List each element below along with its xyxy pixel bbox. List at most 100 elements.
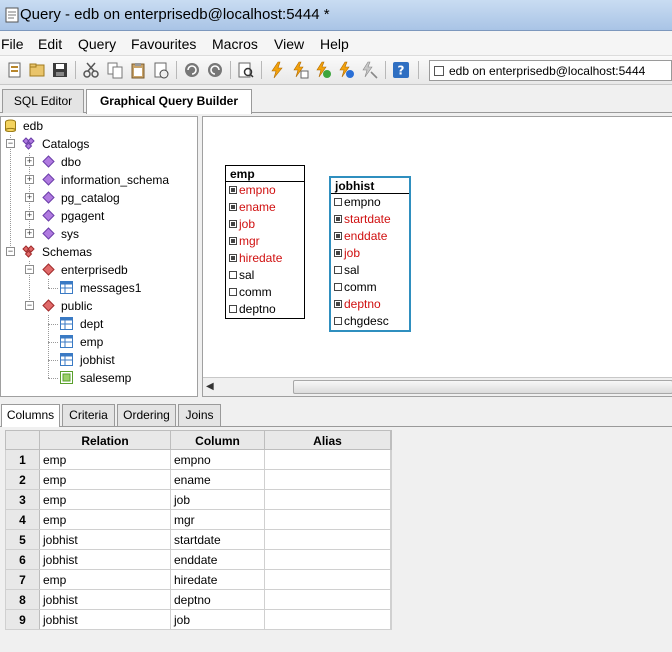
- column-checkbox[interactable]: [229, 254, 237, 262]
- table-column-row[interactable]: chgdesc: [331, 313, 409, 330]
- tree-node-catalog[interactable]: + information_schema: [1, 171, 197, 189]
- table-column-row[interactable]: empno: [331, 194, 409, 211]
- save-icon[interactable]: [51, 61, 69, 79]
- column-checkbox[interactable]: [229, 305, 237, 313]
- open-file-icon[interactable]: [6, 61, 24, 79]
- cell-alias[interactable]: [265, 550, 391, 569]
- table-row[interactable]: 3 emp job: [5, 490, 392, 510]
- column-checkbox[interactable]: [229, 237, 237, 245]
- cell-alias[interactable]: [265, 470, 391, 489]
- scrollbar-thumb[interactable]: [293, 380, 672, 394]
- cell-alias[interactable]: [265, 570, 391, 589]
- table-column-row[interactable]: sal: [226, 267, 304, 284]
- table-row[interactable]: 6 jobhist enddate: [5, 550, 392, 570]
- column-checkbox[interactable]: [229, 220, 237, 228]
- column-checkbox[interactable]: [229, 288, 237, 296]
- cell-column[interactable]: mgr: [171, 510, 265, 529]
- menu-favourites[interactable]: Favourites: [131, 36, 196, 52]
- tab-criteria[interactable]: Criteria: [62, 404, 115, 426]
- explain-icon[interactable]: [314, 61, 332, 79]
- table-column-row[interactable]: deptno: [226, 301, 304, 318]
- table-column-row[interactable]: deptno: [331, 296, 409, 313]
- table-column-row[interactable]: enddate: [331, 228, 409, 245]
- menu-file[interactable]: File: [1, 36, 24, 52]
- expand-icon[interactable]: +: [25, 157, 34, 166]
- cell-relation[interactable]: emp: [40, 510, 171, 529]
- menu-macros[interactable]: Macros: [212, 36, 258, 52]
- column-checkbox[interactable]: [229, 271, 237, 279]
- tree-node-catalog[interactable]: + sys: [1, 225, 197, 243]
- cut-icon[interactable]: [82, 61, 100, 79]
- table-column-row[interactable]: sal: [331, 262, 409, 279]
- cell-alias[interactable]: [265, 450, 391, 469]
- tree-node-table[interactable]: jobhist: [1, 351, 197, 369]
- menu-query[interactable]: Query: [78, 36, 116, 52]
- menu-help[interactable]: Help: [320, 36, 349, 52]
- table-column-row[interactable]: job: [331, 245, 409, 262]
- paste-icon[interactable]: [129, 61, 147, 79]
- cell-column[interactable]: startdate: [171, 530, 265, 549]
- cell-alias[interactable]: [265, 490, 391, 509]
- column-checkbox[interactable]: [334, 215, 342, 223]
- header-alias[interactable]: Alias: [265, 431, 391, 450]
- tab-ordering[interactable]: Ordering: [117, 404, 176, 426]
- table-row[interactable]: 1 emp empno: [5, 450, 392, 470]
- tree-node-edb[interactable]: edb: [1, 117, 197, 135]
- tree-node-table[interactable]: dept: [1, 315, 197, 333]
- connection-checkbox[interactable]: [434, 66, 444, 76]
- table-box-title[interactable]: emp: [226, 166, 304, 182]
- tree-node-table[interactable]: messages1: [1, 279, 197, 297]
- cell-column[interactable]: job: [171, 490, 265, 509]
- cell-relation[interactable]: jobhist: [40, 590, 171, 609]
- scroll-left-arrow-icon[interactable]: ◀: [206, 381, 218, 393]
- horizontal-scrollbar[interactable]: ◀: [203, 377, 672, 396]
- menu-edit[interactable]: Edit: [38, 36, 62, 52]
- collapse-icon[interactable]: −: [25, 265, 34, 274]
- table-column-row[interactable]: startdate: [331, 211, 409, 228]
- table-box-emp[interactable]: emp empno ename job mgr hiredate sal com…: [225, 165, 305, 319]
- menu-view[interactable]: View: [274, 36, 304, 52]
- tree-node-view[interactable]: salesemp: [1, 369, 197, 387]
- table-column-row[interactable]: comm: [226, 284, 304, 301]
- table-box-jobhist[interactable]: jobhist empno startdate enddate job sal …: [329, 176, 411, 332]
- tree-node-catalog[interactable]: + dbo: [1, 153, 197, 171]
- collapse-icon[interactable]: −: [6, 247, 15, 256]
- table-row[interactable]: 5 jobhist startdate: [5, 530, 392, 550]
- cell-column[interactable]: job: [171, 610, 265, 629]
- expand-icon[interactable]: +: [25, 175, 34, 184]
- table-row[interactable]: 4 emp mgr: [5, 510, 392, 530]
- cell-relation[interactable]: emp: [40, 450, 171, 469]
- table-row[interactable]: 8 jobhist deptno: [5, 590, 392, 610]
- table-column-row[interactable]: empno: [226, 182, 304, 199]
- cell-relation[interactable]: jobhist: [40, 530, 171, 549]
- cell-relation[interactable]: emp: [40, 470, 171, 489]
- table-row[interactable]: 7 emp hiredate: [5, 570, 392, 590]
- tree-node-catalogs[interactable]: − Catalogs: [1, 135, 197, 153]
- column-checkbox[interactable]: [334, 283, 342, 291]
- table-column-row[interactable]: job: [226, 216, 304, 233]
- tree-node-schema-enterprisedb[interactable]: − enterprisedb: [1, 261, 197, 279]
- cell-column[interactable]: enddate: [171, 550, 265, 569]
- column-checkbox[interactable]: [334, 300, 342, 308]
- execute-to-file-icon[interactable]: [291, 61, 309, 79]
- connection-selector[interactable]: edb on enterprisedb@localhost:5444: [429, 60, 672, 81]
- table-column-row[interactable]: ename: [226, 199, 304, 216]
- title-bar[interactable]: Query - edb on enterprisedb@localhost:54…: [0, 0, 672, 31]
- column-checkbox[interactable]: [334, 198, 342, 206]
- expand-icon[interactable]: +: [25, 193, 34, 202]
- clear-icon[interactable]: [152, 61, 170, 79]
- cell-column[interactable]: deptno: [171, 590, 265, 609]
- table-row[interactable]: 2 emp ename: [5, 470, 392, 490]
- cell-relation[interactable]: jobhist: [40, 550, 171, 569]
- tree-node-table[interactable]: emp: [1, 333, 197, 351]
- table-box-title[interactable]: jobhist: [331, 178, 409, 194]
- tree-node-schemas[interactable]: − Schemas: [1, 243, 197, 261]
- tab-joins[interactable]: Joins: [178, 404, 221, 426]
- cell-relation[interactable]: emp: [40, 570, 171, 589]
- find-icon[interactable]: [237, 61, 255, 79]
- tab-graphical-query-builder[interactable]: Graphical Query Builder: [86, 89, 252, 114]
- table-column-row[interactable]: comm: [331, 279, 409, 296]
- redo-icon[interactable]: [206, 61, 224, 79]
- header-relation[interactable]: Relation: [40, 431, 171, 450]
- execute-icon[interactable]: [268, 61, 286, 79]
